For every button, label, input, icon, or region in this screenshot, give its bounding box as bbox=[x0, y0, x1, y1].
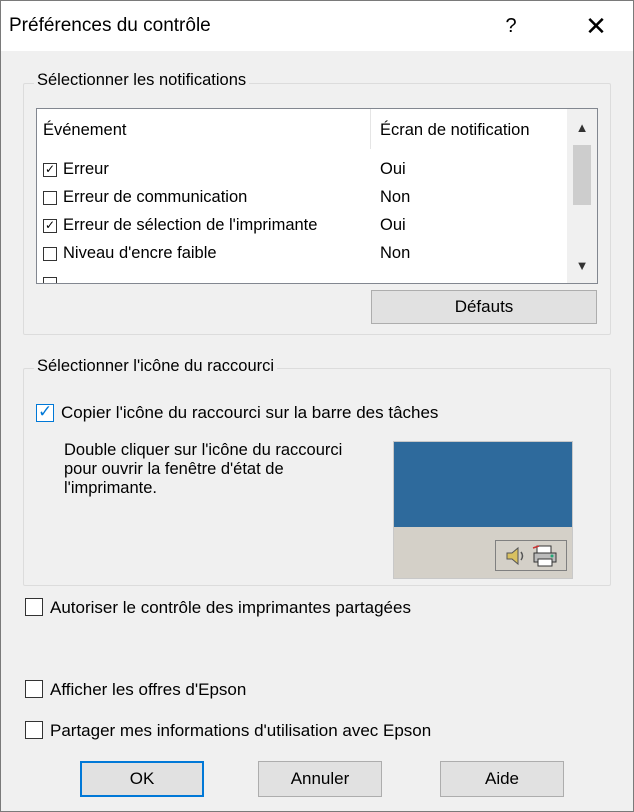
close-icon[interactable]: ✕ bbox=[579, 9, 613, 43]
row-checkbox[interactable]: ✓ bbox=[43, 219, 57, 233]
chevron-up-icon[interactable]: ▲ bbox=[567, 113, 597, 141]
taskbar-preview bbox=[393, 441, 573, 579]
row-value: Non bbox=[380, 188, 411, 206]
row-event: Niveau d'encre faible bbox=[63, 244, 217, 262]
shortcut-group-label: Sélectionner l'icône du raccourci bbox=[34, 357, 278, 376]
share-usage-checkbox[interactable] bbox=[25, 721, 43, 739]
row-value: Oui bbox=[380, 216, 406, 234]
row-checkbox[interactable]: ✓ bbox=[43, 163, 57, 177]
row-checkbox[interactable] bbox=[43, 247, 57, 261]
column-separator bbox=[370, 109, 371, 149]
row-value: Non bbox=[380, 244, 411, 262]
help-title-button[interactable]: ? bbox=[496, 11, 526, 41]
copy-shortcut-label[interactable]: Copier l'icône du raccourci sur la barre… bbox=[61, 403, 438, 423]
shared-printers-checkbox[interactable] bbox=[25, 598, 43, 616]
help-button[interactable]: Aide bbox=[440, 761, 564, 797]
list-header: Événement Écran de notification bbox=[37, 109, 565, 149]
row-checkbox[interactable] bbox=[43, 191, 57, 205]
column-event[interactable]: Événement bbox=[43, 121, 126, 140]
list-item[interactable]: Erreur de communication Non bbox=[37, 185, 565, 213]
chevron-down-icon[interactable]: ▼ bbox=[567, 251, 597, 279]
list-item-partial[interactable] bbox=[37, 271, 565, 283]
speaker-icon bbox=[506, 546, 524, 565]
defaults-button[interactable]: Défauts bbox=[371, 290, 597, 324]
preferences-dialog: Préférences du contrôle ? ✕ Sélectionner… bbox=[0, 0, 634, 812]
notifications-list[interactable]: Événement Écran de notification ✓ Erreur… bbox=[36, 108, 598, 284]
row-value: Oui bbox=[380, 160, 406, 178]
share-usage-label[interactable]: Partager mes informations d'utilisation … bbox=[50, 721, 431, 741]
row-event: Erreur bbox=[63, 160, 109, 178]
tray-icons bbox=[495, 540, 567, 571]
row-checkbox[interactable] bbox=[43, 277, 57, 283]
epson-offers-label[interactable]: Afficher les offres d'Epson bbox=[50, 680, 246, 700]
column-notification-screen[interactable]: Écran de notification bbox=[380, 121, 530, 140]
list-item[interactable]: ✓ Erreur Oui bbox=[37, 157, 565, 185]
list-item[interactable]: ✓ Erreur de sélection de l'imprimante Ou… bbox=[37, 213, 565, 241]
taskbar-preview-bar bbox=[394, 527, 572, 578]
list-scrollbar[interactable]: ▲ ▼ bbox=[567, 109, 597, 283]
row-event: Erreur de communication bbox=[63, 188, 248, 206]
list-item[interactable]: Niveau d'encre faible Non bbox=[37, 241, 565, 269]
copy-shortcut-checkbox[interactable]: ✓ bbox=[36, 402, 54, 422]
dialog-title: Préférences du contrôle bbox=[9, 15, 211, 36]
printer-icon bbox=[532, 544, 557, 566]
row-event: Erreur de sélection de l'imprimante bbox=[63, 216, 318, 234]
desktop-preview bbox=[394, 442, 572, 527]
shared-printers-label[interactable]: Autoriser le contrôle des imprimantes pa… bbox=[50, 598, 411, 618]
epson-offers-checkbox[interactable] bbox=[25, 680, 43, 698]
notifications-group-label: Sélectionner les notifications bbox=[34, 71, 250, 90]
shortcut-description: Double cliquer sur l'icône du raccourci … bbox=[64, 441, 343, 497]
cancel-button[interactable]: Annuler bbox=[258, 761, 382, 797]
check-icon: ✓ bbox=[38, 402, 53, 421]
ok-button[interactable]: OK bbox=[80, 761, 204, 797]
title-bar: Préférences du contrôle ? ✕ bbox=[1, 1, 633, 51]
scrollbar-thumb[interactable] bbox=[573, 145, 591, 205]
